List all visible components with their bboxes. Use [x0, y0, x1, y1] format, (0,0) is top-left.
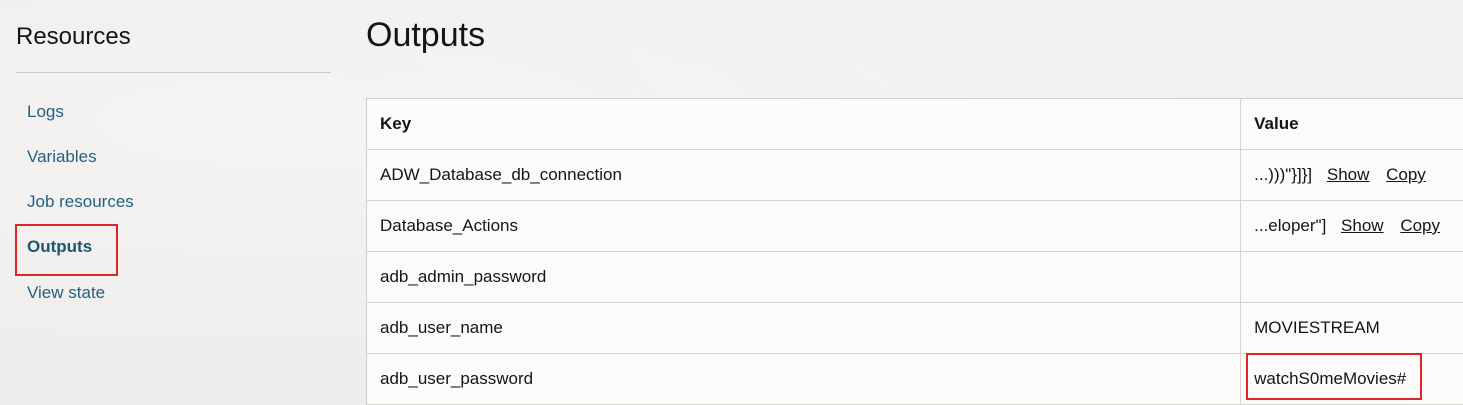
row-value	[1240, 251, 1463, 303]
show-link[interactable]: Show	[1341, 216, 1384, 235]
column-header-key: Key	[367, 99, 1242, 150]
show-link[interactable]: Show	[1327, 165, 1370, 184]
sidebar-divider	[16, 72, 331, 73]
row-value-cell: ...eloper"] Show Copy	[1240, 200, 1463, 252]
page: Resources Logs Variables Job resources O…	[0, 0, 1463, 405]
sidebar-heading: Resources	[16, 23, 131, 50]
column-header-value: Value	[1240, 99, 1463, 150]
table-row: Database_Actions ...eloper"] Show Copy	[367, 200, 1463, 252]
sidebar-item-view-state[interactable]: View state	[27, 283, 105, 303]
sidebar-item-variables[interactable]: Variables	[27, 147, 97, 167]
row-key: adb_user_password	[367, 353, 1242, 405]
copy-link[interactable]: Copy	[1386, 165, 1426, 184]
password-highlight-box	[1246, 353, 1422, 400]
row-value-cell: ...)))"}]}] Show Copy	[1240, 149, 1463, 201]
page-title: Outputs	[366, 16, 486, 54]
table-row: adb_user_name MOVIESTREAM	[367, 302, 1463, 354]
row-value: ...eloper"]	[1254, 216, 1327, 235]
row-key: adb_user_name	[367, 302, 1242, 354]
row-key: adb_admin_password	[367, 251, 1242, 303]
table-row: adb_admin_password	[367, 251, 1463, 303]
sidebar-item-logs[interactable]: Logs	[27, 102, 64, 122]
table-header-row: Key Value	[367, 99, 1463, 150]
sidebar-item-job-resources[interactable]: Job resources	[27, 192, 134, 212]
copy-link[interactable]: Copy	[1400, 216, 1440, 235]
row-key: Database_Actions	[367, 200, 1242, 252]
row-value: ...)))"}]}]	[1254, 165, 1313, 184]
outputs-highlight-box	[15, 224, 118, 276]
table-row: ADW_Database_db_connection ...)))"}]}] S…	[367, 149, 1463, 201]
row-key: ADW_Database_db_connection	[367, 149, 1242, 201]
row-value: MOVIESTREAM	[1240, 302, 1463, 354]
